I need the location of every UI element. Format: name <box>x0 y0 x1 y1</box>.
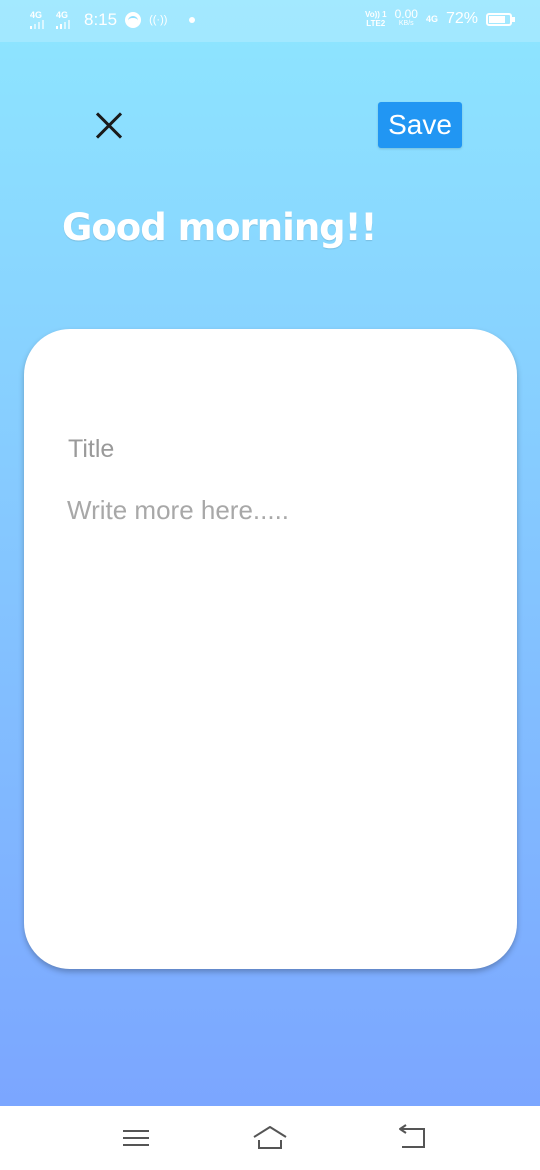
close-icon[interactable] <box>94 111 124 141</box>
save-button[interactable]: Save <box>378 102 462 148</box>
status-bar-left: 4G 4G 8:15 ((·)) <box>30 10 196 30</box>
notification-dot-icon <box>189 17 196 23</box>
network-type-sim1: 4G <box>30 10 43 20</box>
status-bar-right: Vo)) 1 LTE2 0.00 KB/s 4G 72% <box>364 7 515 29</box>
note-body-input[interactable] <box>67 495 477 915</box>
signal-icon-sim1: 4G <box>30 11 48 29</box>
network-type-sim2: 4G <box>56 10 69 20</box>
hotspot-icon: ((·)) <box>149 14 168 26</box>
status-time: 8:15 <box>84 10 118 29</box>
battery-icon <box>486 12 515 26</box>
home-icon[interactable] <box>240 1106 300 1170</box>
title-input[interactable] <box>68 432 468 466</box>
volte-indicator: Vo)) 1 LTE2 <box>364 10 387 28</box>
battery-percent: 72% <box>445 10 478 27</box>
greeting-heading: Good morning!! <box>62 206 377 249</box>
network-type-right: 4G <box>425 14 438 24</box>
navigation-bar <box>0 1106 540 1170</box>
back-icon[interactable] <box>382 1106 442 1170</box>
status-bar: 4G 4G 8:15 ((·)) Vo)) 1 LTE2 0.00 KB/s 4… <box>0 0 540 42</box>
signal-icon-sim2: 4G <box>56 11 74 29</box>
spotify-icon <box>125 12 142 28</box>
network-speed: 0.00 KB/s <box>394 7 418 27</box>
menu-icon[interactable] <box>106 1106 166 1170</box>
note-card <box>24 329 517 969</box>
